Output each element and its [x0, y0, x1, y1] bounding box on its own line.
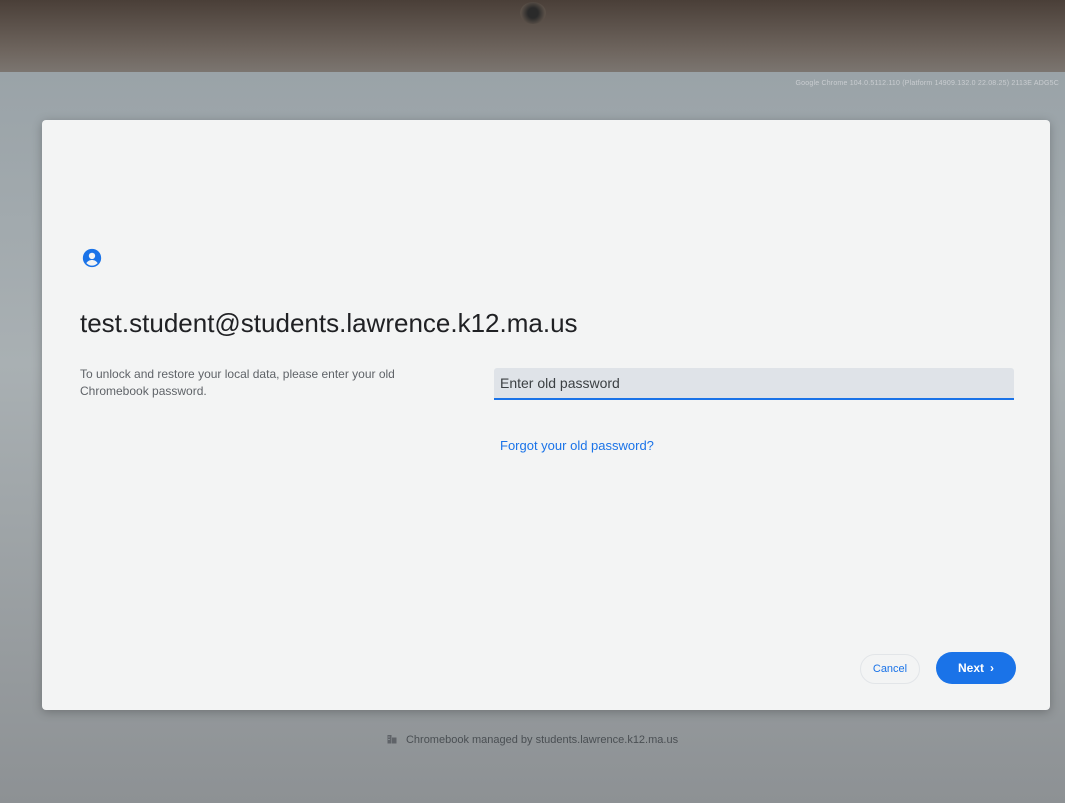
old-password-input[interactable]: [494, 368, 1014, 398]
dialog-description: To unlock and restore your local data, p…: [80, 367, 395, 398]
webcam: [520, 2, 546, 24]
next-button-label: Next: [957, 661, 984, 675]
managed-device-text: Chromebook managed by students.lawrence.…: [405, 734, 679, 746]
next-button[interactable]: Next ›: [936, 652, 1016, 684]
building-icon: [387, 735, 397, 744]
account-circle-icon: [82, 248, 102, 268]
password-restore-dialog: test.student@students.lawrence.k12.ma.us…: [42, 120, 1050, 710]
version-info: Google Chrome 104.0.5112.110 (Platform 1…: [795, 80, 1059, 87]
chevron-right-icon: ›: [990, 661, 994, 675]
laptop-bezel: [0, 0, 1065, 72]
managed-device-footer: Chromebook managed by students.lawrence.…: [0, 734, 1065, 746]
password-field-container: [494, 368, 1014, 400]
cancel-button[interactable]: Cancel: [860, 654, 920, 684]
account-email: test.student@students.lawrence.k12.ma.us: [80, 308, 578, 338]
forgot-password-link[interactable]: Forgot your old password?: [500, 438, 654, 453]
